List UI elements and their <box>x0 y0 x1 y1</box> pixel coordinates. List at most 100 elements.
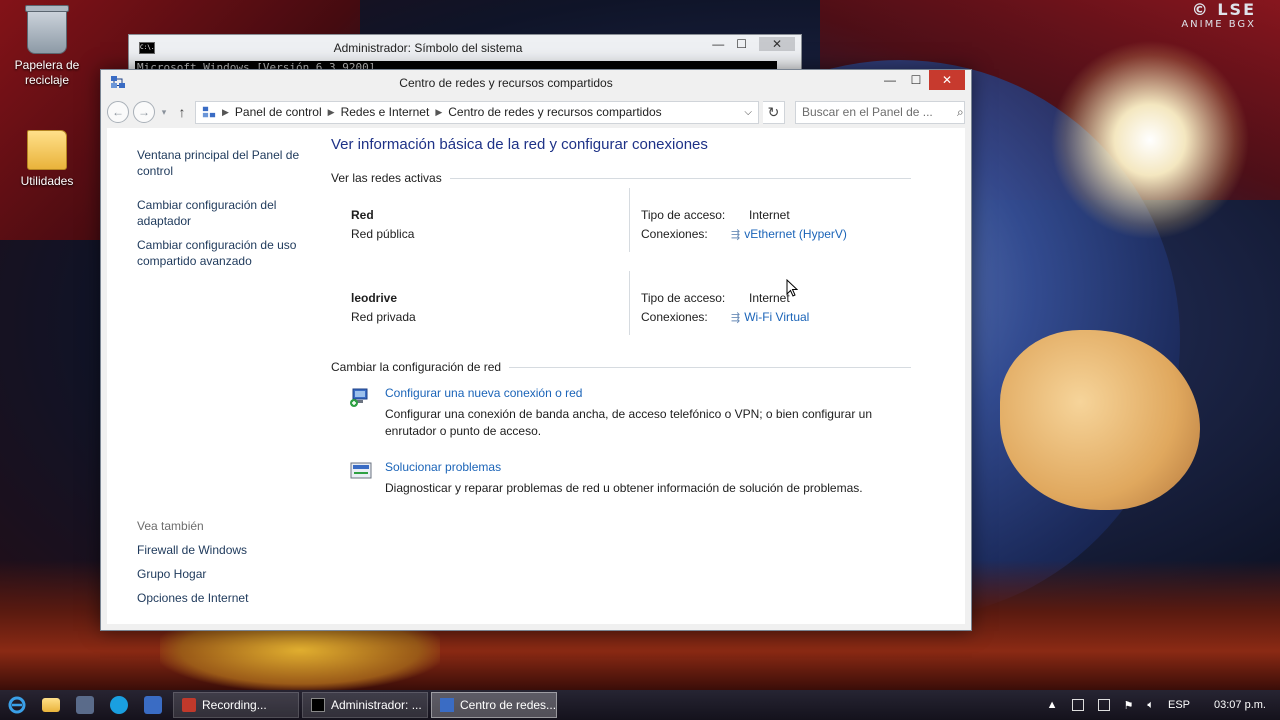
setup-connection-link[interactable]: Configurar una nueva conexión o red <box>385 386 582 400</box>
task-description: Configurar una conexión de banda ancha, … <box>385 407 872 438</box>
arrow-up-icon: ↑ <box>178 104 186 120</box>
divider <box>629 188 630 252</box>
connection-name[interactable]: Wi-Fi Virtual <box>744 310 809 324</box>
language-indicator[interactable]: ESP <box>1168 699 1190 711</box>
safely-remove-icon[interactable] <box>1071 699 1084 711</box>
connection-name[interactable]: vEthernet (HyperV) <box>744 227 847 241</box>
access-type-value: Internet <box>749 291 790 305</box>
active-networks-heading: Ver las redes activas <box>331 171 911 185</box>
sidebar-link-change-adapter[interactable]: Cambiar configuración del adaptador <box>137 197 317 229</box>
connection-link[interactable]: ⇶ vEthernet (HyperV) <box>731 227 847 241</box>
connection-link[interactable]: ⇶ Wi-Fi Virtual <box>731 310 809 324</box>
desktop-icon-utilidades[interactable]: Utilidades <box>2 126 92 189</box>
network-type[interactable]: Red privada <box>351 310 416 324</box>
page-title: Ver información básica de la red y confi… <box>331 136 708 153</box>
network-center-icon <box>111 76 125 88</box>
sidebar-link-internet-options[interactable]: Opciones de Internet <box>137 590 317 606</box>
cmd-window[interactable]: C:\. Administrador: Símbolo del sistema … <box>128 34 802 74</box>
minimize-button[interactable]: — <box>712 37 724 51</box>
troubleshoot-link[interactable]: Solucionar problemas <box>385 460 501 474</box>
control-panel-icon <box>202 106 216 118</box>
chevron-down-icon: ▾ <box>161 106 167 117</box>
search-input[interactable] <box>802 105 957 119</box>
skype-icon <box>110 696 128 714</box>
cmd-titlebar[interactable]: C:\. Administrador: Símbolo del sistema <box>129 35 801 61</box>
clock[interactable]: 03:07 p.m. <box>1214 699 1266 711</box>
minimize-button[interactable]: — <box>877 70 903 90</box>
section-heading-text: Ver las redes activas <box>331 171 442 185</box>
address-bar: ← → ▾ ↑ ▶ Panel de control ▶ Redes e Int… <box>101 96 971 128</box>
desktop-icon-label: Papelera de reciclaje <box>14 58 80 87</box>
volume-icon[interactable]: 🔈︎ <box>1147 699 1154 712</box>
network-name: Red <box>351 208 374 222</box>
internet-explorer-icon <box>8 696 26 714</box>
breadcrumb-separator[interactable]: ▶ <box>435 107 442 118</box>
breadcrumb-item[interactable]: Panel de control <box>235 105 322 119</box>
mouse-cursor-icon <box>786 279 798 297</box>
taskbar-pin-internet-explorer[interactable] <box>0 690 34 720</box>
divider <box>449 177 911 179</box>
taskbar-pin-file-explorer[interactable] <box>34 690 68 720</box>
close-button[interactable]: ✕ <box>759 37 795 51</box>
forward-button[interactable]: → <box>133 101 155 123</box>
breadcrumb-item[interactable]: Redes e Internet <box>341 105 430 119</box>
taskbar-task-cmd[interactable]: Administrador: ... <box>302 692 428 718</box>
taskbar-task-label: Administrador: ... <box>331 698 422 712</box>
main-panel: Ver información básica de la red y confi… <box>331 128 965 624</box>
breadcrumb-item[interactable]: Centro de redes y recursos compartidos <box>448 105 661 119</box>
watermark-line2: ANIME BGX <box>1181 19 1256 30</box>
taskbar-task-recording[interactable]: Recording... <box>173 692 299 718</box>
taskbar-pin-app[interactable] <box>68 690 102 720</box>
folder-icon <box>42 698 60 712</box>
watermark-line1: © LSE <box>1191 0 1256 19</box>
back-button[interactable]: ← <box>107 101 129 123</box>
sidebar-link-homegroup[interactable]: Grupo Hogar <box>137 566 317 582</box>
taskbar-pin-network[interactable] <box>136 690 170 720</box>
network-type[interactable]: Red pública <box>351 227 414 241</box>
recording-icon <box>182 698 196 712</box>
system-tray: ▲ ⚑ 🔈︎ ESP 03:07 p.m. <box>1047 699 1280 712</box>
sidebar-link-control-panel-home[interactable]: Ventana principal del Panel de control <box>137 147 317 179</box>
taskbar-pin-skype[interactable] <box>102 690 136 720</box>
ethernet-icon: ⇶ <box>731 228 741 241</box>
address-dropdown-button[interactable]: ⌵ <box>738 107 758 118</box>
recent-locations-button[interactable]: ▾ <box>159 107 169 118</box>
task-description: Diagnosticar y reparar problemas de red … <box>385 481 863 495</box>
desktop-icon-label: Utilidades <box>20 174 74 188</box>
watermark: © LSE ANIME BGX <box>1181 0 1256 30</box>
network-center-window[interactable]: Centro de redes y recursos compartidos —… <box>100 69 972 631</box>
connections-label: Conexiones: <box>641 310 708 324</box>
cmd-icon <box>311 698 325 712</box>
breadcrumb-separator[interactable]: ▶ <box>222 107 229 118</box>
maximize-button[interactable]: ☐ <box>903 70 929 90</box>
breadcrumb-separator[interactable]: ▶ <box>328 107 335 118</box>
arrow-right-icon: → <box>138 105 150 119</box>
refresh-button[interactable]: ↻ <box>763 100 785 124</box>
desktop-icon-recycle-bin[interactable]: Papelera de reciclaje <box>2 5 92 88</box>
see-also-heading: Vea también <box>137 519 204 533</box>
close-button[interactable]: ✕ <box>929 70 965 90</box>
content-area: Ventana principal del Panel de control C… <box>107 128 965 624</box>
taskbar-task-network-center[interactable]: Centro de redes... <box>431 692 557 718</box>
cmd-icon: C:\. <box>139 42 155 54</box>
troubleshoot-icon <box>350 462 372 479</box>
titlebar[interactable]: Centro de redes y recursos compartidos —… <box>101 70 971 96</box>
sidebar-link-firewall[interactable]: Firewall de Windows <box>137 542 317 558</box>
network-status-icon[interactable] <box>1097 699 1110 711</box>
cmd-title: Administrador: Símbolo del sistema <box>333 41 523 55</box>
sidebar-link-advanced-sharing[interactable]: Cambiar configuración de uso compartido … <box>137 237 317 269</box>
maximize-button[interactable]: ☐ <box>736 37 747 51</box>
action-center-flag-icon[interactable]: ⚑ <box>1124 699 1134 712</box>
search-icon[interactable]: ⌕ <box>957 105 964 120</box>
show-hidden-icons-button[interactable]: ▲ <box>1047 699 1058 711</box>
taskbar: Recording... Administrador: ... Centro d… <box>0 690 1280 720</box>
sidebar: Ventana principal del Panel de control C… <box>107 128 329 624</box>
up-button[interactable]: ↑ <box>173 104 191 120</box>
section-heading-text: Cambiar la configuración de red <box>331 360 502 374</box>
arrow-left-icon: ← <box>112 105 124 119</box>
breadcrumb[interactable]: ▶ Panel de control ▶ Redes e Internet ▶ … <box>195 100 759 124</box>
search-box[interactable]: ⌕ <box>795 100 965 124</box>
connections-label: Conexiones: <box>641 227 708 241</box>
wallpaper-light-orb <box>1050 40 1250 240</box>
divider <box>509 366 911 368</box>
